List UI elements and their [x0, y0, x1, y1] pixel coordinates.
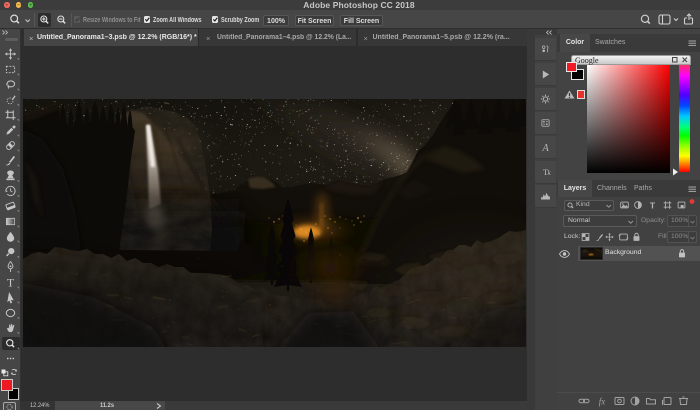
svg-text:k: k	[547, 169, 551, 177]
svg-text:A: A	[541, 143, 549, 154]
svg-text:fx: fx	[599, 397, 606, 407]
svg-text:T: T	[7, 276, 15, 290]
svg-text:T: T	[650, 200, 656, 210]
